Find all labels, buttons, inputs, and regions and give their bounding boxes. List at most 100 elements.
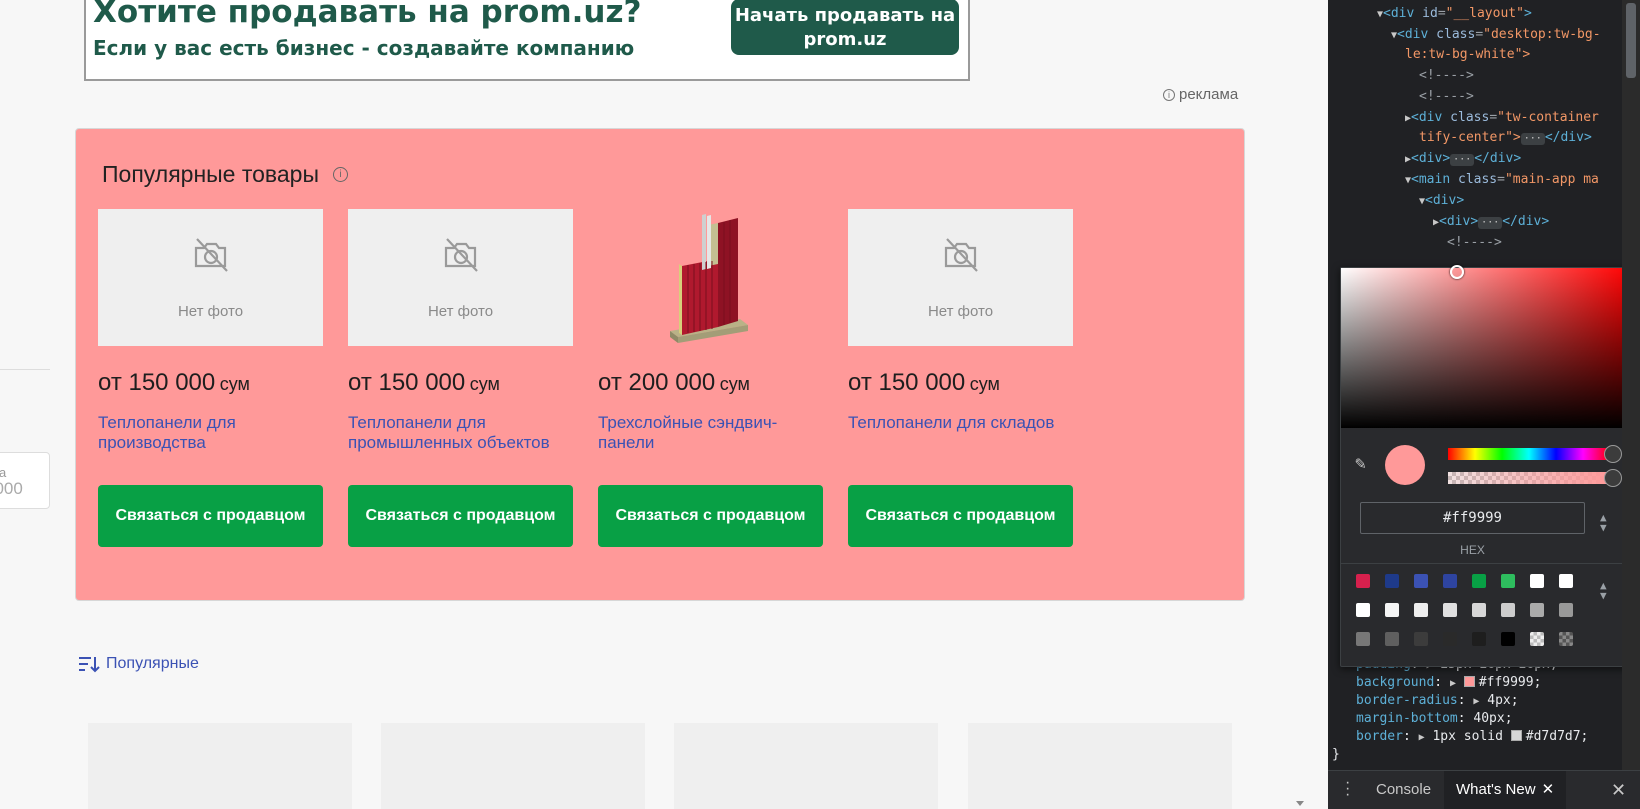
palette-swatch[interactable] — [1385, 603, 1399, 617]
close-drawer-icon[interactable]: ✕ — [1611, 780, 1626, 801]
hue-slider-handle[interactable] — [1604, 445, 1622, 463]
dom-node[interactable]: ▼<div class="desktop:tw-bg- — [1391, 27, 1601, 42]
price-amount: от 150 000 — [848, 369, 966, 396]
format-toggle-icon[interactable]: ▲ ▼ — [1600, 512, 1607, 533]
palette-swatch[interactable] — [1501, 574, 1515, 588]
price-amount: от 150 000 — [348, 369, 466, 396]
palette-swatch[interactable] — [1356, 574, 1370, 588]
saturation-cursor[interactable] — [1450, 265, 1464, 279]
product-price: от 150 000 сум — [848, 369, 1000, 397]
palette-swatch[interactable] — [1443, 574, 1457, 588]
dom-node[interactable]: ▼<div> — [1419, 193, 1464, 208]
ellipsis-icon[interactable]: ··· — [1478, 217, 1503, 229]
dom-node[interactable]: ▶<div class="tw-container — [1405, 110, 1599, 125]
sort-dropdown[interactable]: Популярные — [78, 655, 199, 673]
palette-swatch[interactable] — [1530, 603, 1544, 617]
palette-swatch[interactable] — [1559, 632, 1573, 646]
screen: Хотите продавать на prom.uz? Если у вас … — [0, 0, 1640, 809]
ad-banner[interactable]: Хотите продавать на prom.uz? Если у вас … — [84, 0, 970, 81]
palette-swatch[interactable] — [1530, 632, 1544, 646]
palette-swatch[interactable] — [1472, 603, 1486, 617]
product-image[interactable] — [598, 209, 823, 346]
dom-comment[interactable]: <!----> — [1419, 89, 1474, 104]
palette-swatch[interactable] — [1356, 632, 1370, 646]
popular-products-heading: Популярные товары — [102, 161, 319, 187]
palette-swatch[interactable] — [1356, 603, 1370, 617]
color-swatch[interactable] — [1510, 730, 1522, 741]
alpha-slider-handle[interactable] — [1604, 469, 1622, 487]
tab-whats-new[interactable]: What's New ✕ — [1444, 771, 1567, 809]
dom-node[interactable]: ▶<div> ··· </div> — [1433, 214, 1549, 229]
close-tab-icon[interactable]: ✕ — [1542, 781, 1555, 798]
palette-toggle-icon[interactable]: ▲ ▼ — [1600, 580, 1607, 601]
product-name-link[interactable]: Теплопанели для складов — [848, 413, 1073, 433]
palette-swatch[interactable] — [1443, 603, 1457, 617]
palette-swatch[interactable] — [1501, 603, 1515, 617]
price-amount: от 150 000 — [98, 369, 216, 396]
sort-label: Популярные — [106, 655, 199, 672]
dom-comment[interactable]: <!----> — [1447, 235, 1502, 250]
more-menu-icon[interactable]: · · · — [1345, 775, 1350, 803]
devtools-panel: ▼<div id="__layout"> ▼<div class="deskto… — [1328, 0, 1640, 809]
dom-node[interactable]: ▼<div id="__layout"> — [1377, 6, 1532, 21]
price-currency: сум — [969, 374, 1000, 394]
dom-node[interactable]: ▶<div> ··· </div> — [1405, 151, 1521, 166]
scrollbar-thumb[interactable] — [1626, 3, 1636, 78]
palette-swatch[interactable] — [1414, 603, 1428, 617]
tab-whats-new-label: What's New — [1456, 781, 1536, 798]
dom-node[interactable]: ▼<main class="main-app ma — [1405, 172, 1599, 187]
price-filter-field[interactable]: а 0000 — [0, 452, 50, 509]
banner-start-selling-button[interactable]: Начать продавать на prom.uz — [731, 0, 959, 55]
contact-seller-button[interactable]: Связаться с продавцом — [598, 485, 823, 547]
product-name-link[interactable]: Теплопанели для промышленных объектов — [348, 413, 573, 453]
dom-comment[interactable]: <!----> — [1419, 68, 1474, 83]
ellipsis-icon[interactable]: ··· — [1520, 133, 1545, 145]
ellipsis-icon[interactable]: ··· — [1450, 154, 1475, 166]
palette-swatch[interactable] — [1385, 574, 1399, 588]
contact-seller-button[interactable]: Связаться с продавцом — [98, 485, 323, 547]
color-preview — [1385, 445, 1425, 485]
contact-seller-button[interactable]: Связаться с продавцом — [848, 485, 1073, 547]
info-icon[interactable]: i — [333, 167, 348, 182]
no-photo-text: Нет фото — [427, 303, 494, 320]
no-photo-placeholder[interactable]: Нет фото — [348, 209, 573, 346]
color-picker: ✎ #ff9999 HEX ▲ ▼ ▲ ▼ — [1340, 265, 1632, 667]
palette-swatch[interactable] — [1414, 632, 1428, 646]
css-declaration[interactable]: border: ▶ 1px solid #d7d7d7; — [1356, 729, 1588, 744]
dom-node-continued: tify-center"> ··· </div> — [1419, 130, 1592, 145]
palette-swatch[interactable] — [1530, 574, 1544, 588]
saturation-area[interactable] — [1341, 268, 1631, 428]
palette-swatch[interactable] — [1472, 574, 1486, 588]
palette-swatch[interactable] — [1414, 574, 1428, 588]
hue-slider[interactable] — [1448, 448, 1610, 460]
palette-swatch[interactable] — [1501, 632, 1515, 646]
palette-swatch[interactable] — [1472, 632, 1486, 646]
css-declaration[interactable]: border-radius: ▶ 4px; — [1356, 693, 1519, 708]
devtools-drawer: · · · Console What's New ✕ ✕ — [1328, 770, 1640, 809]
product-name-link[interactable]: Теплопанели для производства — [98, 413, 323, 453]
product-tile-placeholder — [88, 723, 352, 809]
palette-swatch[interactable] — [1443, 632, 1457, 646]
devtools-scrollbar[interactable] — [1622, 0, 1640, 770]
no-photo-placeholder[interactable]: Нет фото — [98, 209, 323, 346]
no-photo-placeholder[interactable]: Нет фото — [848, 209, 1073, 346]
contact-seller-button[interactable]: Связаться с продавцом — [348, 485, 573, 547]
product-card: Нет фото от 150 000 сум Теплопанели для … — [848, 209, 1073, 547]
product-tile-placeholder — [381, 723, 645, 809]
page-scrollbar[interactable] — [1291, 0, 1309, 809]
css-declaration-background[interactable]: background: ▶ #ff9999; — [1356, 675, 1541, 690]
eyedropper-icon[interactable]: ✎ — [1355, 453, 1366, 474]
price-currency: сум — [719, 374, 750, 394]
ad-label[interactable]: i реклама — [1163, 86, 1238, 103]
alpha-slider[interactable] — [1448, 472, 1610, 484]
price-filter-label: а — [0, 465, 7, 480]
hex-input[interactable]: #ff9999 — [1360, 502, 1585, 534]
css-declaration[interactable]: margin-bottom: 40px; — [1356, 711, 1513, 726]
product-name-link[interactable]: Трехслойные сэндвич-панели — [598, 413, 823, 453]
tab-console[interactable]: Console — [1364, 771, 1443, 809]
scroll-down-arrow-icon[interactable] — [1296, 801, 1304, 806]
palette-swatch[interactable] — [1385, 632, 1399, 646]
palette-swatch[interactable] — [1559, 574, 1573, 588]
palette-swatch[interactable] — [1559, 603, 1573, 617]
color-swatch[interactable] — [1463, 676, 1475, 687]
